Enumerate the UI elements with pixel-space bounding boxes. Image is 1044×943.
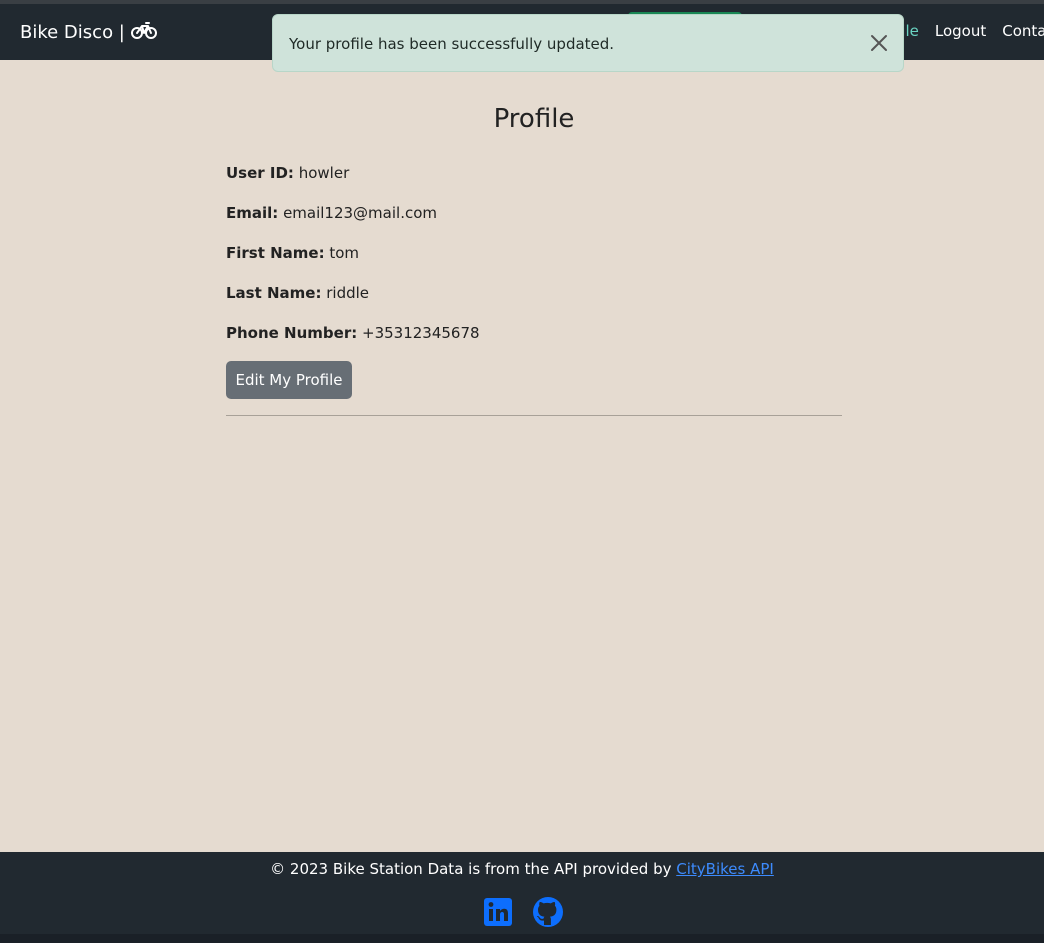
field-value: tom [329,244,360,262]
alert-message: Your profile has been successfully updat… [289,35,615,53]
footer-text: © 2023 Bike Station Data is from the API… [0,860,1044,878]
field-value: email123@mail.com [283,204,438,222]
nav-link-logout[interactable]: Logout [935,22,986,40]
field-value: +35312345678 [362,324,480,342]
divider [226,415,842,416]
nav-links: file Logout Conta [896,22,1044,40]
field-label: First Name: [226,244,325,262]
linkedin-icon[interactable] [482,896,514,928]
bicycle-icon [130,20,157,45]
footer-bottom-bar [0,934,1044,943]
field-label: Last Name: [226,284,322,302]
field-last-name: Last Name: riddle [226,284,369,302]
citybikes-api-link[interactable]: CityBikes API [676,860,774,878]
field-label: Email: [226,204,279,222]
success-alert: Your profile has been successfully updat… [272,14,904,72]
footer-copyright: © 2023 Bike Station Data is from the API… [270,860,672,878]
field-user-id: User ID: howler [226,164,349,182]
field-label: User ID: [226,164,294,182]
field-value: howler [298,164,350,182]
github-icon[interactable] [532,896,564,928]
field-value: riddle [326,284,370,302]
nav-link-contact[interactable]: Conta [1002,22,1044,40]
brand-link[interactable]: Bike Disco | [20,20,157,45]
footer: © 2023 Bike Station Data is from the API… [0,852,1044,943]
brand-text: Bike Disco | [20,22,125,43]
field-first-name: First Name: tom [226,244,359,262]
page-title: Profile [493,104,575,134]
edit-profile-button[interactable]: Edit My Profile [226,361,352,399]
field-phone-number: Phone Number: +35312345678 [226,324,480,342]
close-icon[interactable] [869,33,889,53]
field-label: Phone Number: [226,324,358,342]
field-email: Email: email123@mail.com [226,204,437,222]
